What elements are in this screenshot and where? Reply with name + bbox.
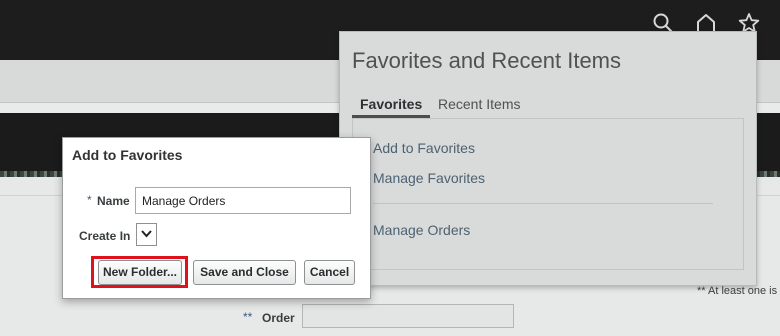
tab-recent-items[interactable]: Recent Items (438, 96, 520, 112)
create-in-select[interactable] (136, 223, 157, 246)
name-required-marker: * (87, 193, 92, 207)
order-required-marker: ** (243, 310, 253, 324)
manage-favorites-link[interactable]: Manage Favorites (373, 170, 485, 186)
save-and-close-button[interactable]: Save and Close (193, 260, 296, 285)
favorites-panel-title: Favorites and Recent Items (352, 48, 622, 73)
add-to-favorites-dialog: Add to Favorites * Name Create In New Fo… (62, 137, 371, 299)
create-in-label: Create In (79, 229, 131, 243)
tab-favorites[interactable]: Favorites (351, 96, 431, 118)
favorite-item-manage-orders[interactable]: Manage Orders (373, 222, 470, 238)
name-label: Name (97, 194, 130, 208)
cancel-button[interactable]: Cancel (304, 260, 355, 285)
favorites-divider (373, 203, 713, 204)
dialog-title: Add to Favorites (72, 147, 183, 163)
required-note: ** At least one is (697, 285, 778, 297)
favorites-list: Add to Favorites Manage Favorites Manage… (352, 118, 744, 270)
chevron-down-icon (141, 230, 152, 238)
order-input[interactable] (302, 304, 514, 328)
add-to-favorites-link[interactable]: Add to Favorites (373, 140, 475, 156)
favorites-panel: Favorites and Recent Items Favorites Rec… (339, 31, 757, 286)
name-input[interactable] (135, 187, 351, 214)
new-folder-button[interactable]: New Folder... (98, 260, 182, 285)
order-label: Order (262, 311, 295, 325)
